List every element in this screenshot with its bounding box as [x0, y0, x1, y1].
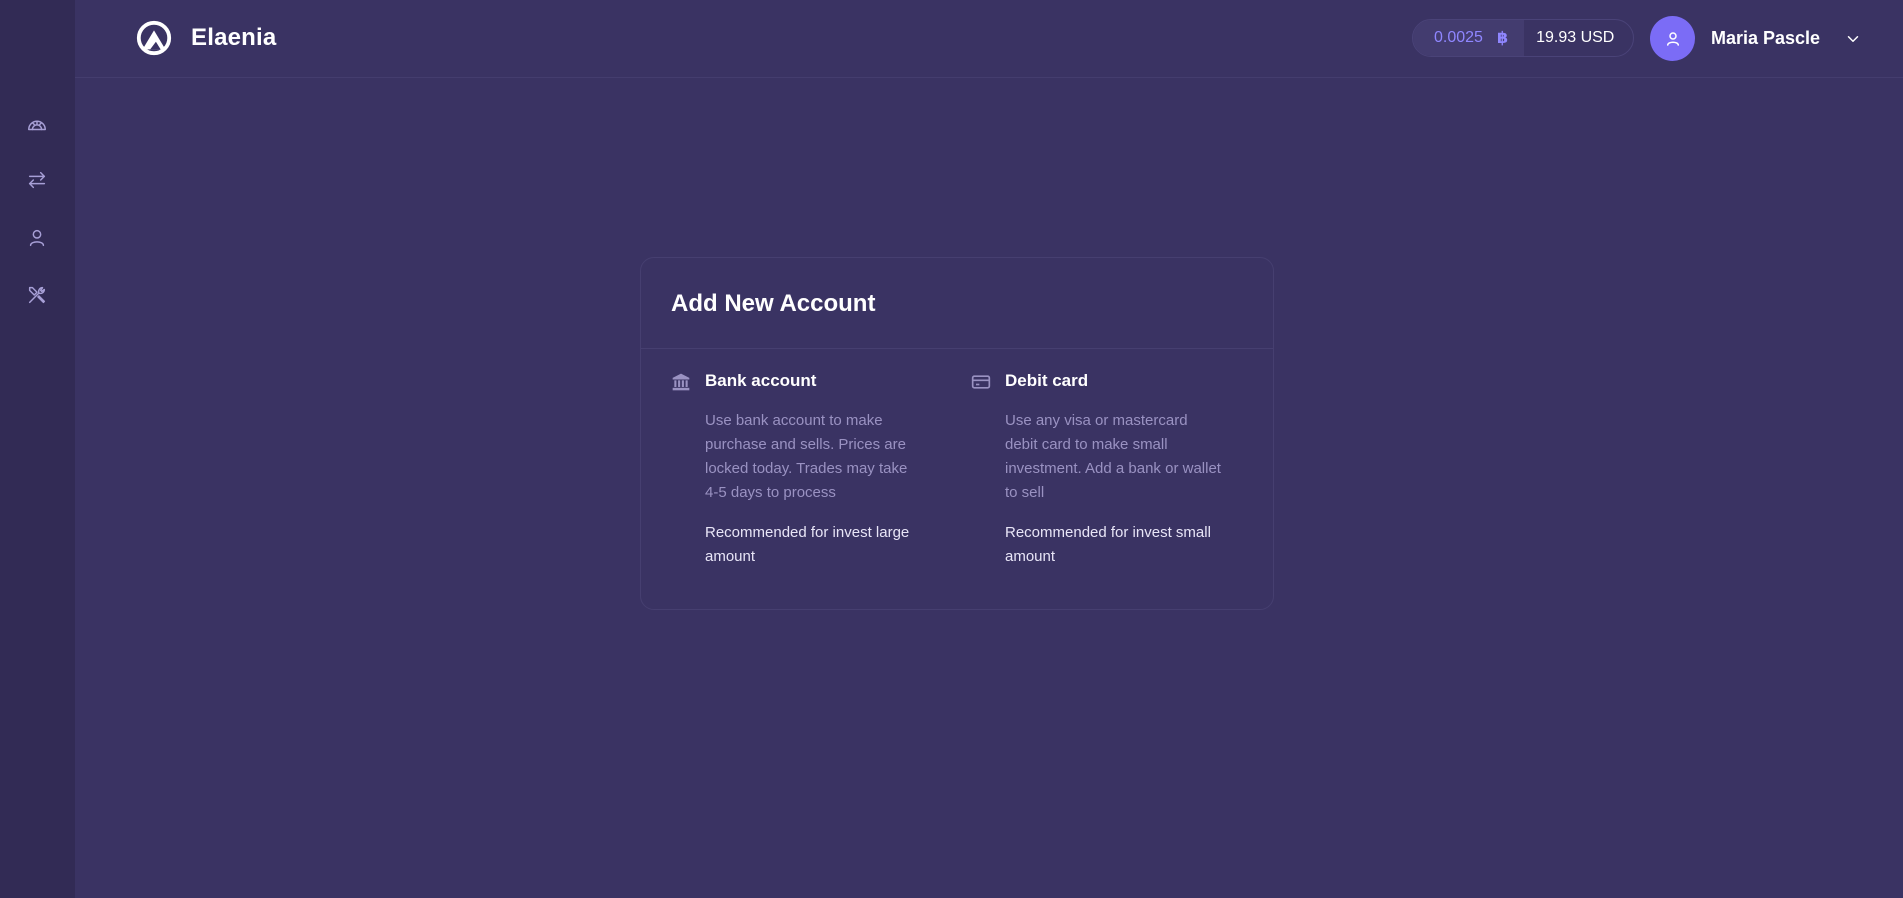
brand[interactable]: Elaenia [135, 19, 276, 57]
option-recommendation: Recommended for invest large amount [705, 524, 910, 565]
brand-name: Elaenia [191, 24, 277, 51]
fiat-balance: 19.93 USD [1536, 29, 1615, 46]
user-menu[interactable]: Maria Pascle [1650, 16, 1862, 61]
option-description: Use bank account to make purchase and se… [705, 412, 908, 501]
top-bar: Elaenia 0.0025 ฿ 19.93 USD Maria Pascle [75, 0, 1903, 78]
option-title: Bank account [705, 371, 817, 390]
tools-icon[interactable] [25, 283, 49, 307]
option-title: Debit card [1005, 371, 1089, 390]
avatar[interactable] [1650, 16, 1695, 61]
crypto-amount: 0.0025 [1434, 29, 1483, 46]
option-recommendation: Recommended for invest small amount [1005, 524, 1211, 565]
brand-logo-icon [136, 20, 172, 56]
add-account-card: Add New Account Bank account Use bank ac… [640, 257, 1274, 610]
sidebar [0, 0, 75, 898]
chevron-down-icon[interactable] [1844, 30, 1862, 48]
option-description: Use any visa or mastercard debit card to… [1005, 412, 1221, 501]
card-header: Add New Account [641, 258, 1273, 349]
user-avatar-icon [1666, 31, 1679, 46]
debit-card-option[interactable]: Debit card Use any visa or mastercard de… [971, 371, 1221, 569]
user-icon[interactable] [25, 226, 49, 250]
swap-arrows-icon[interactable] [25, 168, 49, 192]
credit-card-icon [971, 375, 991, 389]
card-title: Add New Account [671, 290, 876, 317]
bitcoin-icon: ฿ [1496, 30, 1509, 47]
crypto-balance: 0.0025 ฿ [1413, 20, 1525, 56]
user-name: Maria Pascle [1711, 28, 1821, 48]
bank-account-option[interactable]: Bank account Use bank account to make pu… [671, 371, 921, 569]
gauge-icon[interactable] [25, 112, 49, 136]
wallet-balance[interactable]: 0.0025 ฿ 19.93 USD [1412, 19, 1635, 57]
bank-icon [672, 373, 690, 391]
